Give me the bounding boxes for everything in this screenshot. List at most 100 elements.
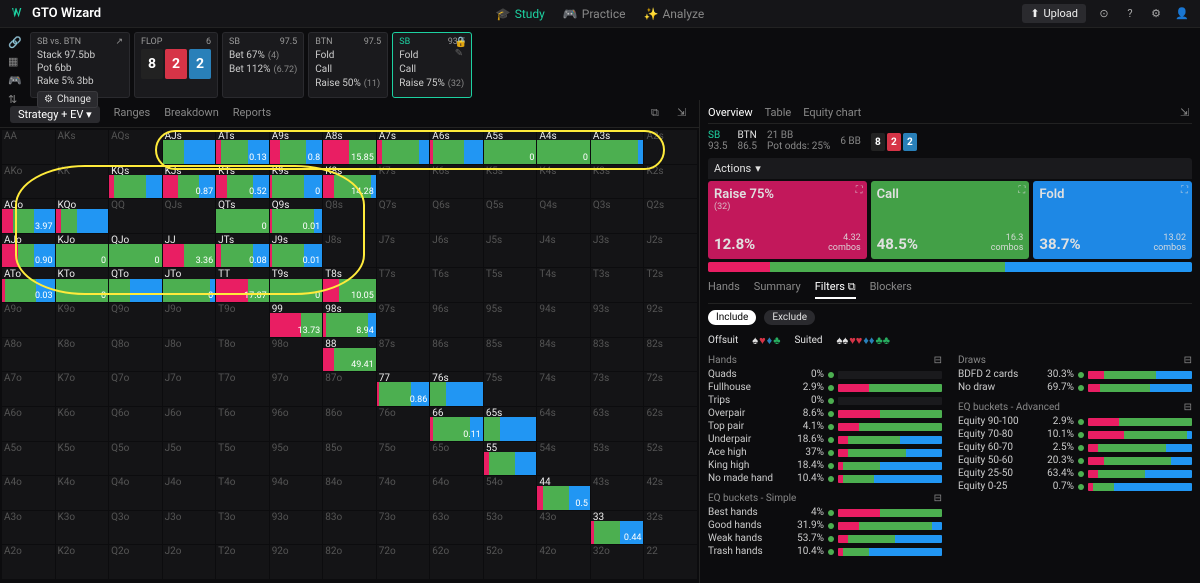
cell-52o[interactable]: 52o	[484, 545, 537, 579]
filter-row[interactable]: Top pair4.1%	[708, 420, 942, 433]
cell-AJs[interactable]: AJs	[163, 130, 216, 164]
change-button[interactable]: ⚙ Change	[37, 91, 98, 108]
cell-66[interactable]: 660.11	[430, 407, 483, 441]
cell-AQs[interactable]: AQs	[109, 130, 162, 164]
cell-53s[interactable]: 53s	[591, 442, 644, 476]
actions-header[interactable]: Actions ▾	[708, 158, 1192, 179]
cell-J4o[interactable]: J4o	[163, 476, 216, 510]
cell-T9o[interactable]: T9o	[216, 303, 269, 337]
filter-row[interactable]: Underpair18.6%	[708, 433, 942, 446]
cell-A8o[interactable]: A8o	[2, 338, 55, 372]
cell-87o[interactable]: 87o	[323, 372, 376, 406]
cell-92s[interactable]: 92s	[644, 303, 697, 337]
filter-row[interactable]: Good hands31.9%	[708, 519, 942, 532]
cell-76o[interactable]: 76o	[377, 407, 430, 441]
cell-JTo[interactable]: JTo0	[163, 268, 216, 302]
cell-T8o[interactable]: T8o	[216, 338, 269, 372]
filter-row[interactable]: Equity 50-6020.3%	[958, 454, 1192, 467]
subtab-blockers[interactable]: Blockers	[870, 280, 912, 299]
cell-72o[interactable]: 72o	[377, 545, 430, 579]
cell-64s[interactable]: 64s	[537, 407, 590, 441]
cell-84s[interactable]: 84s	[537, 338, 590, 372]
cell-43o[interactable]: 43o	[537, 511, 590, 545]
tab-strategy-ev[interactable]: Strategy + EV ▾	[10, 106, 100, 123]
filter-row[interactable]: Best hands4%	[708, 506, 942, 519]
flop-node[interactable]: FLOP6 8 2 2	[134, 32, 218, 98]
cell-T7o[interactable]: T7o	[216, 372, 269, 406]
cell-62s[interactable]: 62s	[644, 407, 697, 441]
filter-row[interactable]: Equity 90-1002.9%	[958, 415, 1192, 428]
situation-node[interactable]: SB vs. BTN↗ Stack 97.5bb Pot 6bb Rake 5%…	[30, 32, 130, 98]
cell-J7o[interactable]: J7o	[163, 372, 216, 406]
cell-53o[interactable]: 53o	[484, 511, 537, 545]
cell-95o[interactable]: 95o	[270, 442, 323, 476]
cell-A8s[interactable]: A8s15.85	[323, 130, 376, 164]
slider-icon[interactable]: ⊟	[934, 493, 942, 504]
cell-KTs[interactable]: KTs0.52	[216, 165, 269, 199]
cell-A5o[interactable]: A5o	[2, 442, 55, 476]
cell-J7s[interactable]: J7s	[377, 234, 430, 268]
cell-63o[interactable]: 63o	[430, 511, 483, 545]
cell-87s[interactable]: 87s	[377, 338, 430, 372]
cell-KK[interactable]: KK	[56, 165, 109, 199]
cell-T6o[interactable]: T6o	[216, 407, 269, 441]
subtab-filters[interactable]: Filters ⧉	[815, 280, 856, 299]
cell-K9s[interactable]: K9s0	[270, 165, 323, 199]
cell-Q3o[interactable]: Q3o	[109, 511, 162, 545]
cell-Q7s[interactable]: Q7s	[377, 199, 430, 233]
filter-row[interactable]: Trips0%	[708, 394, 942, 407]
action-r[interactable]: ⛶Raise 75%(32)12.8%4.32combos	[708, 181, 867, 259]
cell-98s[interactable]: 98s8.94	[323, 303, 376, 337]
street-node-btn[interactable]: BTN97.5FoldCallRaise 50%(11)	[308, 32, 388, 98]
filter-row[interactable]: Ace high37%	[708, 446, 942, 459]
cell-ATo[interactable]: ATo0.03	[2, 268, 55, 302]
cell-88[interactable]: 8849.41	[323, 338, 376, 372]
link-icon[interactable]: 🔗	[8, 36, 22, 49]
cell-K7o[interactable]: K7o	[56, 372, 109, 406]
focus-icon[interactable]: ⊙	[1096, 6, 1112, 22]
cell-JJ[interactable]: JJ3.36	[163, 234, 216, 268]
cell-J2o[interactable]: J2o	[163, 545, 216, 579]
filter-row[interactable]: Weak hands53.7%	[708, 532, 942, 545]
tab-ranges[interactable]: Ranges	[114, 106, 151, 123]
cell-82o[interactable]: 82o	[323, 545, 376, 579]
cell-T4s[interactable]: T4s	[537, 268, 590, 302]
action-f[interactable]: ⛶Fold38.7%13.02combos	[1033, 181, 1192, 259]
cell-94s[interactable]: 94s	[537, 303, 590, 337]
cell-KJs[interactable]: KJs0.87	[163, 165, 216, 199]
cell-75s[interactable]: 75s	[484, 372, 537, 406]
cell-Q4o[interactable]: Q4o	[109, 476, 162, 510]
cell-Q6o[interactable]: Q6o	[109, 407, 162, 441]
cell-92o[interactable]: 92o	[270, 545, 323, 579]
cell-J3o[interactable]: J3o	[163, 511, 216, 545]
cell-K5o[interactable]: K5o	[56, 442, 109, 476]
cell-K6o[interactable]: K6o	[56, 407, 109, 441]
external-icon[interactable]: ↗	[115, 37, 123, 47]
cell-Q4s[interactable]: Q4s	[537, 199, 590, 233]
cell-QJo[interactable]: QJo0	[109, 234, 162, 268]
filter-row[interactable]: Fullhouse2.9%	[708, 381, 942, 394]
cell-73o[interactable]: 73o	[377, 511, 430, 545]
cell-99[interactable]: 9913.73	[270, 303, 323, 337]
cell-33[interactable]: 330.44	[591, 511, 644, 545]
tab-equity-chart[interactable]: Equity chart	[803, 106, 861, 119]
include-pill[interactable]: Include	[708, 310, 756, 325]
cell-44[interactable]: 440.5	[537, 476, 590, 510]
cell-AA[interactable]: AA	[2, 130, 55, 164]
cell-63s[interactable]: 63s	[591, 407, 644, 441]
cell-93o[interactable]: 93o	[270, 511, 323, 545]
cell-65s[interactable]: 65s	[484, 407, 537, 441]
slider-icon[interactable]: ⊟	[1184, 355, 1192, 366]
slider-icon[interactable]: ⊟	[934, 355, 942, 366]
cell-T9s[interactable]: T9s0	[270, 268, 323, 302]
cell-55[interactable]: 55	[484, 442, 537, 476]
cell-A7s[interactable]: A7s	[377, 130, 430, 164]
upload-button[interactable]: ⬆ Upload	[1022, 4, 1086, 23]
cell-K9o[interactable]: K9o	[56, 303, 109, 337]
cell-Q5o[interactable]: Q5o	[109, 442, 162, 476]
cell-AKo[interactable]: AKo	[2, 165, 55, 199]
nav-study[interactable]: 🎓 Study	[496, 7, 545, 21]
cell-T3s[interactable]: T3s	[591, 268, 644, 302]
cell-J2s[interactable]: J2s	[644, 234, 697, 268]
street-node-sb[interactable]: SB93.5FoldCallRaise 75%(32)🔒✎	[392, 32, 472, 98]
